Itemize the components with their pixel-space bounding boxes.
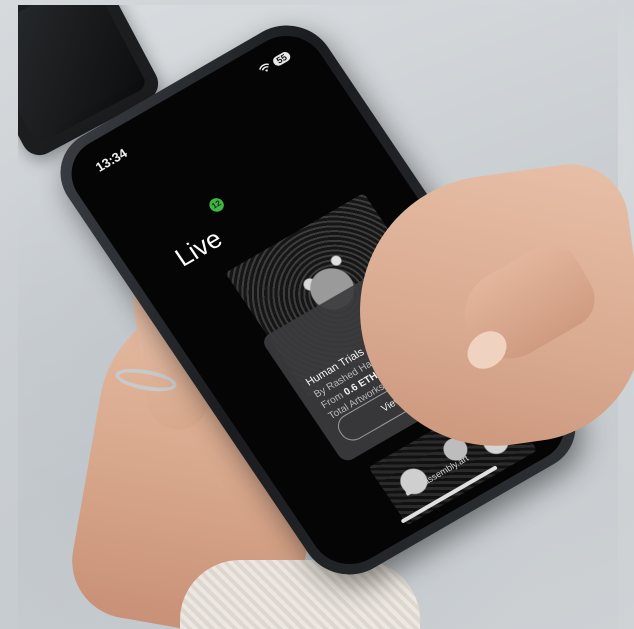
knit-sleeve: [180, 560, 420, 629]
status-icons: 55: [257, 50, 293, 75]
battery-indicator: 55: [271, 50, 293, 68]
photo-scene: 13:34 55 12 Live Human Trials By Rashed …: [0, 0, 634, 629]
live-badge: 12: [206, 195, 227, 215]
live-title: Live: [169, 223, 228, 273]
status-time: 13:34: [92, 145, 130, 175]
wifi-icon: [259, 63, 269, 72]
